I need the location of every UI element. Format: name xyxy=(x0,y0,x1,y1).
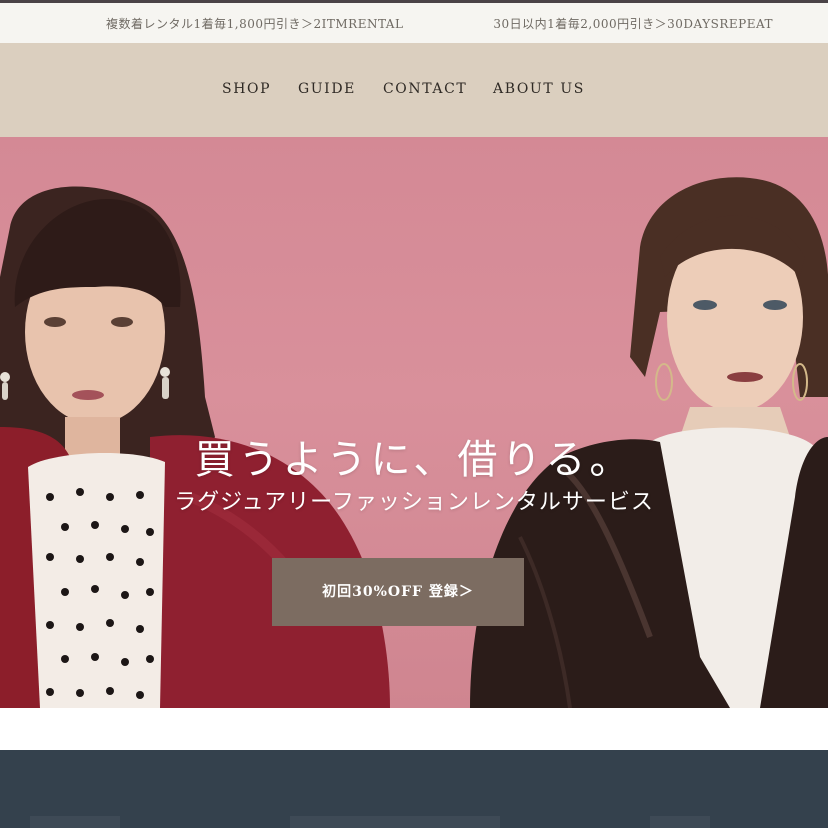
next-section-preview xyxy=(0,750,828,828)
section-preview-shape xyxy=(30,816,120,828)
main-nav: SHOP GUIDE CONTACT ABOUT US xyxy=(0,43,828,137)
promo-bar: 複数着レンタル1着毎1,800円引き＞2ITMRENTAL 30日以内1着毎2,… xyxy=(0,3,828,43)
nav-contact[interactable]: CONTACT xyxy=(383,81,467,97)
promo-multi-rental-link[interactable]: 複数着レンタル1着毎1,800円引き＞2ITMRENTAL xyxy=(106,15,403,32)
section-preview-shape xyxy=(290,816,500,828)
nav-shop[interactable]: SHOP xyxy=(222,81,271,97)
signup-cta-button[interactable]: 初回30%OFF 登録＞ xyxy=(272,558,524,626)
promo-repeat-link[interactable]: 30日以内1着毎2,000円引き＞30DAYSREPEAT xyxy=(493,15,773,32)
section-preview-shape xyxy=(650,816,710,828)
nav-about-us[interactable]: ABOUT US xyxy=(493,81,585,97)
hero-title: 買うように、借りる。 xyxy=(194,437,634,483)
section-divider xyxy=(0,708,828,750)
nav-guide[interactable]: GUIDE xyxy=(298,81,356,97)
hero-subtitle: ラグジュアリーファッションレンタルサービス xyxy=(174,490,654,515)
hero-banner: 買うように、借りる。 ラグジュアリーファッションレンタルサービス 初回30%OF… xyxy=(0,137,828,708)
